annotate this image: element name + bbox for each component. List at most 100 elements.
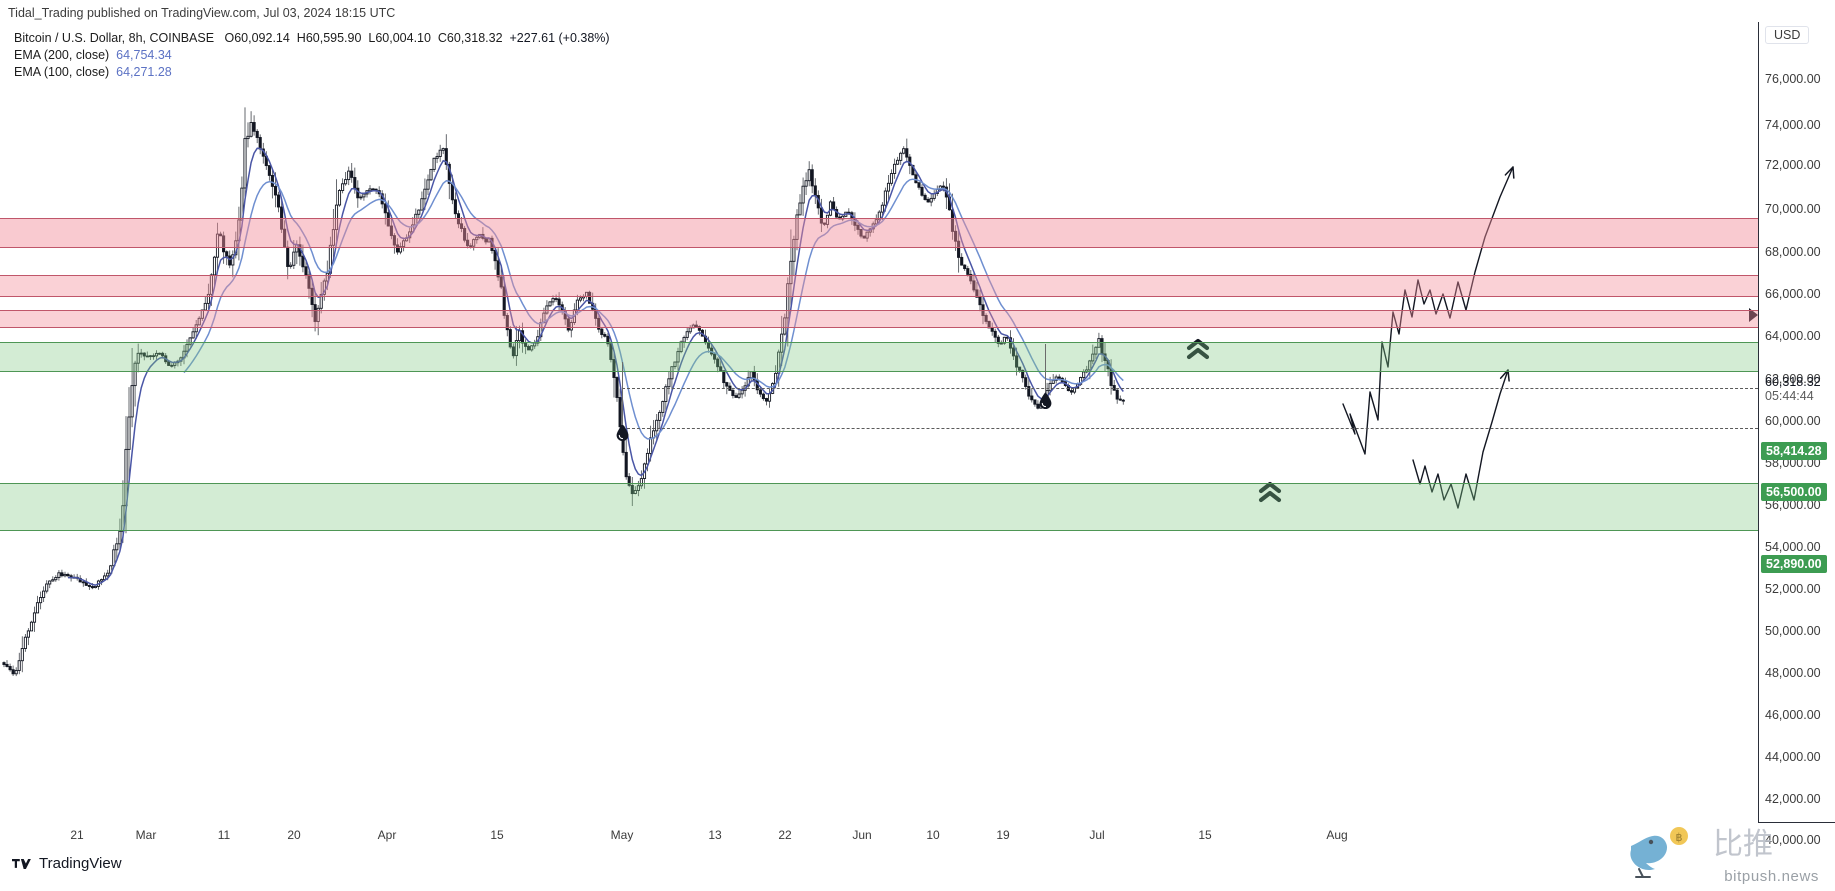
price-series-svg xyxy=(2,107,1758,677)
candlestick xyxy=(17,652,21,675)
candlestick xyxy=(359,194,363,201)
candlestick xyxy=(1069,388,1074,395)
candlestick xyxy=(344,172,348,186)
candlestick xyxy=(93,585,98,589)
price-tick: 66,000.00 xyxy=(1765,287,1821,301)
candlestick xyxy=(267,165,271,181)
price-tick: 44,000.00 xyxy=(1765,750,1821,764)
candlestick xyxy=(722,370,726,389)
price-tick: 52,000.00 xyxy=(1765,582,1821,596)
candlestick xyxy=(761,392,765,401)
candlestick xyxy=(51,576,55,582)
candlestick xyxy=(368,185,372,195)
drop-marker-stem xyxy=(622,362,624,424)
watermark-url: bitpush.news xyxy=(1724,868,1819,885)
candlestick xyxy=(341,178,345,194)
candlestick xyxy=(899,151,903,165)
time-axis[interactable]: 21 Mar 11 20 Apr 15 May 13 22 Jun 10 19 Jul 15 Aug xyxy=(0,822,1758,852)
resistance-zone-lower[interactable] xyxy=(0,310,1758,328)
candlestick xyxy=(66,572,70,578)
price-tick: 72,000.00 xyxy=(1765,158,1821,172)
candlestick xyxy=(667,371,671,395)
candlestick xyxy=(960,253,964,266)
price-tick: 60,000.00 xyxy=(1765,414,1821,428)
price-tick: 46,000.00 xyxy=(1765,708,1821,722)
candlestick xyxy=(39,591,43,610)
candlestick xyxy=(42,586,46,602)
candlestick xyxy=(1115,388,1119,404)
candlestick xyxy=(1063,377,1067,388)
candlestick xyxy=(87,584,91,590)
candlestick xyxy=(902,146,906,155)
price-axis[interactable]: USD 76,000.00 74,000.00 72,000.00 70,000.00… xyxy=(1758,22,1835,847)
candlestick xyxy=(231,250,235,278)
candlestick xyxy=(926,197,930,203)
candlestick xyxy=(2,661,6,668)
candlestick xyxy=(252,115,256,136)
legend-low: L60,004.10 xyxy=(368,31,431,45)
candlestick xyxy=(734,392,738,398)
support-zone-upper[interactable] xyxy=(0,342,1758,372)
candlestick xyxy=(685,327,689,341)
candlestick xyxy=(767,388,772,408)
price-level-badge[interactable]: 52,890.00 xyxy=(1761,555,1827,573)
candlestick xyxy=(249,111,253,138)
candlestick xyxy=(203,296,207,311)
target-line-56500[interactable] xyxy=(622,428,1758,429)
candlestick xyxy=(356,180,360,208)
candlestick xyxy=(350,163,354,183)
price-level-badge[interactable]: 58,414.28 xyxy=(1761,442,1827,460)
candlestick xyxy=(886,175,891,200)
currency-label: USD xyxy=(1765,26,1810,44)
last-price-readout: 60,318.32 05:44:44 xyxy=(1765,375,1821,403)
coin-icon: ฿ xyxy=(1670,827,1688,845)
candlestick xyxy=(548,301,552,307)
candlestick xyxy=(832,197,836,210)
candlestick xyxy=(429,168,433,181)
legend-ohlc-row: Bitcoin / U.S. Dollar, 8h, COINBASE O60,… xyxy=(14,30,610,47)
candlestick xyxy=(270,169,274,199)
candlestick xyxy=(615,376,619,402)
price-level-badge[interactable]: 56,500.00 xyxy=(1761,483,1827,501)
time-tick: Jul xyxy=(1089,828,1105,842)
support-zone-lower[interactable] xyxy=(0,483,1758,531)
candlestick xyxy=(23,634,27,652)
candlestick xyxy=(731,387,735,399)
time-tick: 20 xyxy=(287,828,301,842)
legend-ema100-label: EMA (100, close) xyxy=(14,65,110,79)
candlestick xyxy=(365,190,369,198)
candlestick xyxy=(893,158,897,179)
candlestick xyxy=(917,182,921,190)
candlestick xyxy=(337,189,342,207)
price-tick: 50,000.00 xyxy=(1765,624,1821,638)
candlestick xyxy=(652,420,656,445)
publisher-credit: Tidal_Trading published on TradingView.c… xyxy=(8,6,396,20)
candlestick xyxy=(48,580,52,589)
resistance-zone-mid[interactable] xyxy=(0,275,1758,297)
tradingview-brand: TradingView xyxy=(12,855,122,872)
candlestick xyxy=(441,147,445,155)
target-line-58414[interactable] xyxy=(622,388,1758,389)
candlestick xyxy=(301,244,305,273)
legend-ema100-row: EMA (100, close) 64,271.28 xyxy=(14,64,610,81)
candlestick xyxy=(810,164,814,194)
resistance-zone-upper[interactable] xyxy=(0,218,1758,248)
drop-marker-june[interactable] xyxy=(1039,392,1052,409)
chart-plot-area[interactable] xyxy=(0,22,1758,823)
legend-close: C60,318.32 xyxy=(437,31,503,45)
legend-ema200-row: EMA (200, close) 64,754.34 xyxy=(14,47,610,64)
time-tick: Mar xyxy=(135,828,157,842)
chart-plot-inner xyxy=(0,22,1758,822)
candlestick xyxy=(737,389,741,400)
candlestick xyxy=(35,595,40,614)
candlestick xyxy=(896,156,900,165)
time-tick: 15 xyxy=(1198,828,1212,842)
candlestick xyxy=(798,194,802,216)
candlestick xyxy=(1121,399,1125,405)
candlestick xyxy=(929,193,933,207)
candlestick xyxy=(8,663,12,672)
drop-marker-may[interactable] xyxy=(616,424,629,441)
candlestick xyxy=(661,400,665,417)
candlestick xyxy=(438,144,442,162)
candlestick xyxy=(993,328,997,343)
